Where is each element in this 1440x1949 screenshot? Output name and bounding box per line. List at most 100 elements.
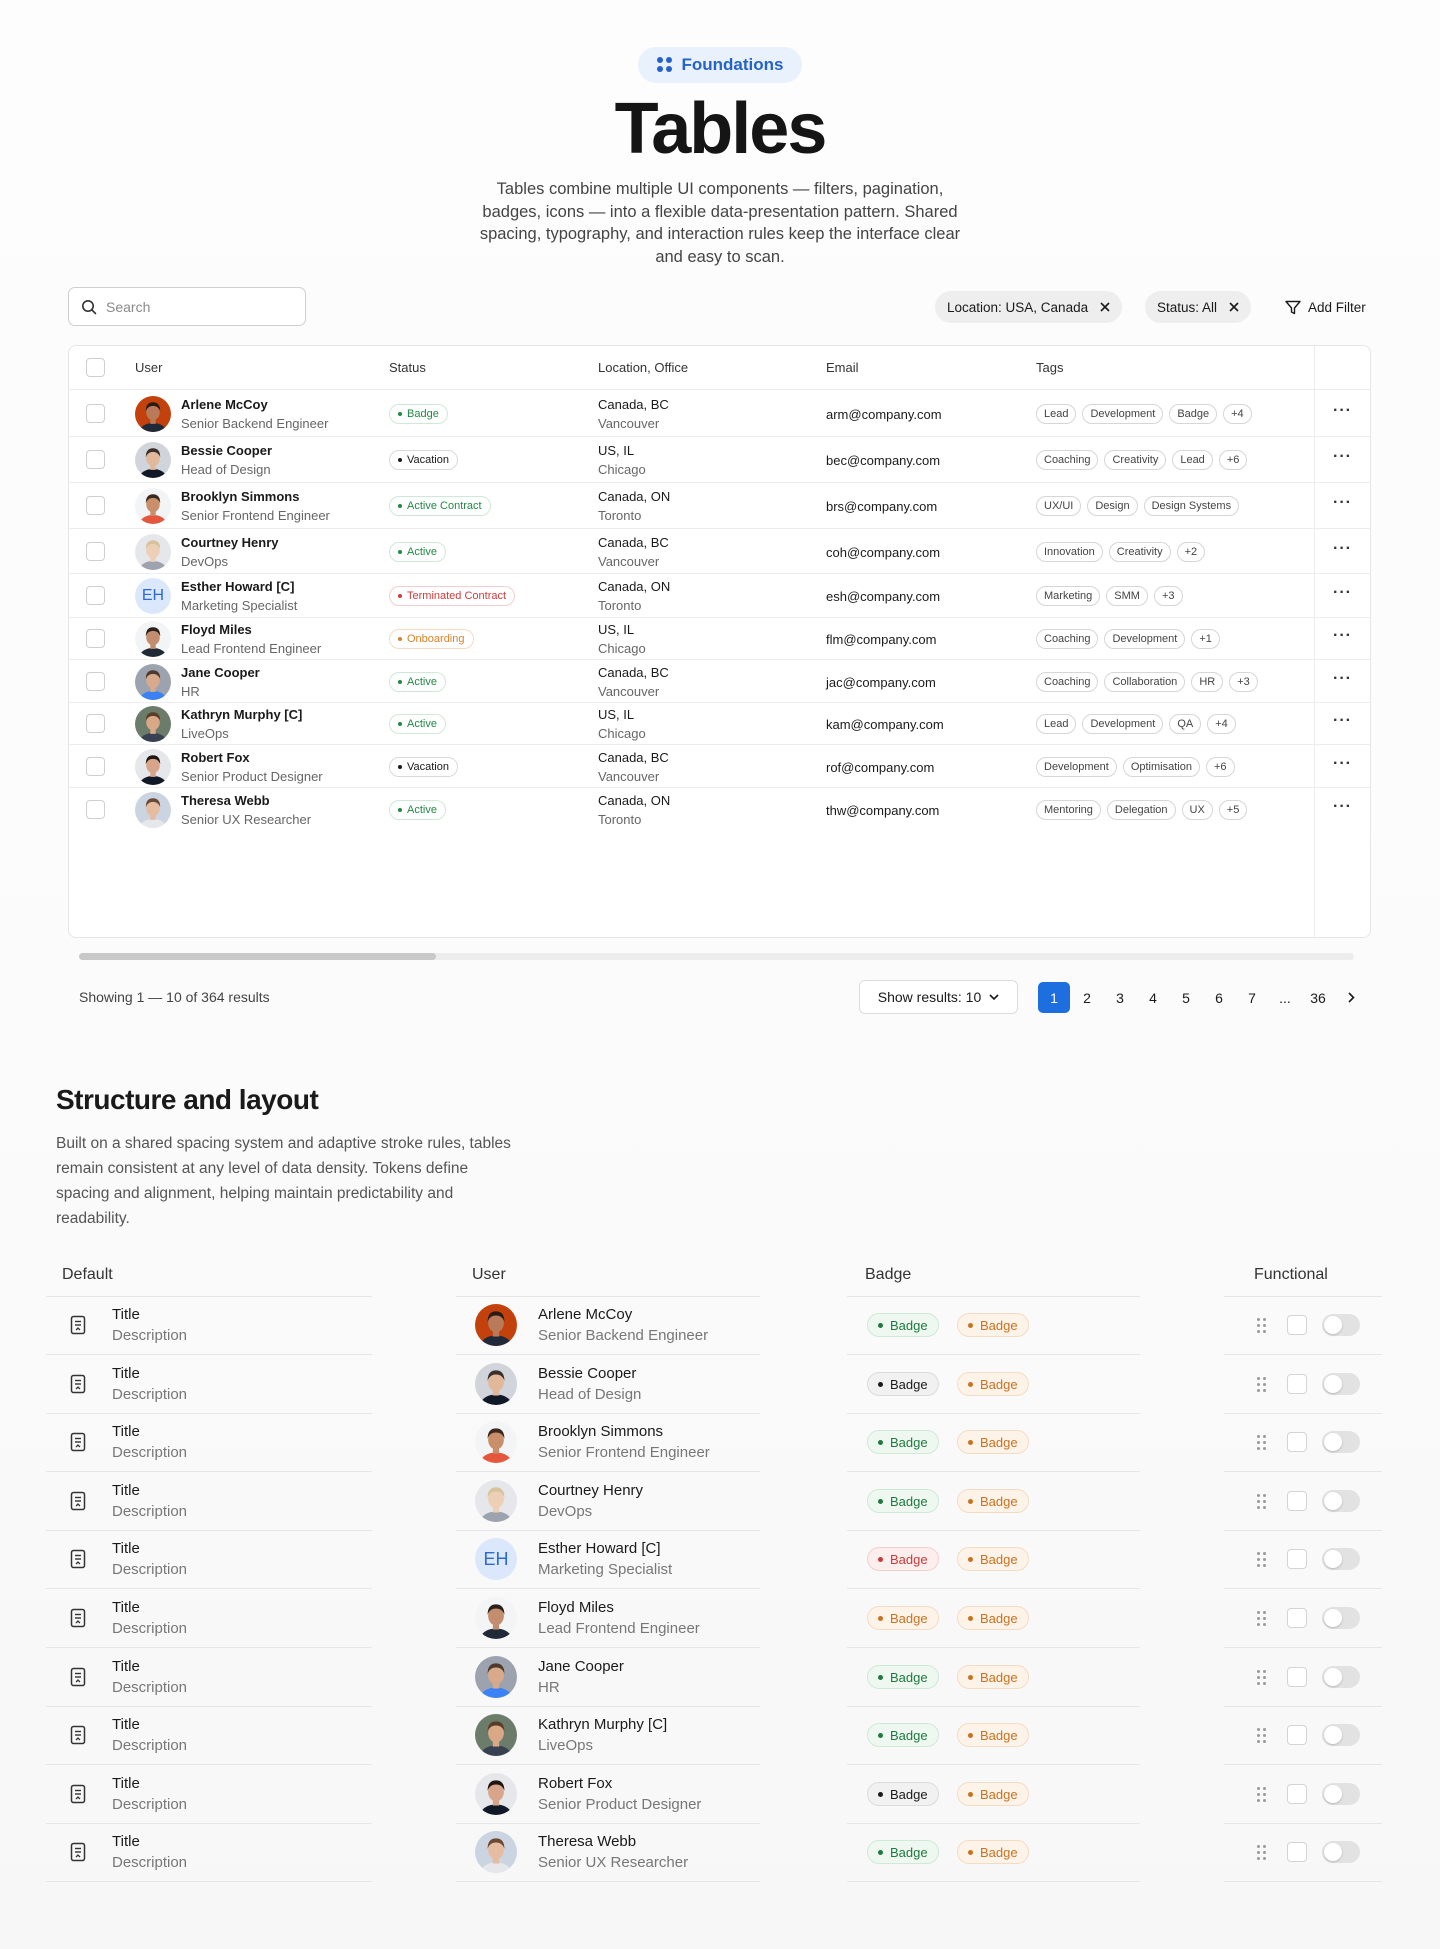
more-icon[interactable]: ··· — [1333, 798, 1352, 816]
row-toggle[interactable] — [1322, 1548, 1360, 1570]
tag-chip[interactable]: Mentoring — [1036, 800, 1101, 820]
row-checkbox[interactable] — [86, 672, 105, 691]
more-icon[interactable]: ··· — [1333, 584, 1352, 602]
row-checkbox[interactable] — [1287, 1315, 1307, 1335]
email-link[interactable]: coh@company.com — [826, 545, 940, 560]
email-link[interactable]: thw@company.com — [826, 803, 939, 818]
email-link[interactable]: jac@company.com — [826, 675, 936, 690]
row-checkbox[interactable] — [86, 404, 105, 423]
tag-chip[interactable]: Design — [1087, 496, 1138, 516]
tag-chip[interactable]: +4 — [1207, 714, 1236, 734]
tag-chip[interactable]: QA — [1169, 714, 1202, 734]
tag-chip[interactable]: Lead — [1172, 450, 1213, 470]
row-checkbox[interactable] — [86, 629, 105, 648]
column-header-location[interactable]: Location, Office — [598, 360, 688, 375]
tag-chip[interactable]: Badge — [1169, 404, 1218, 424]
tag-chip[interactable]: Coaching — [1036, 450, 1099, 470]
table-row[interactable]: Courtney Henry DevOps Active Canada, BC … — [69, 529, 1370, 574]
table-row[interactable]: Theresa Webb Senior UX Researcher Active… — [69, 788, 1370, 831]
user-name[interactable]: Robert Fox — [181, 750, 250, 765]
row-toggle[interactable] — [1322, 1724, 1360, 1746]
tag-chip[interactable]: Coaching — [1036, 629, 1099, 649]
drag-handle-icon[interactable] — [1257, 1551, 1267, 1567]
row-checkbox[interactable] — [1287, 1432, 1307, 1452]
page-button[interactable]: 1 — [1038, 982, 1070, 1013]
tag-chip[interactable]: +3 — [1229, 672, 1258, 692]
more-icon[interactable]: ··· — [1333, 402, 1352, 420]
user-name[interactable]: Jane Cooper — [181, 665, 260, 680]
drag-handle-icon[interactable] — [1257, 1727, 1267, 1743]
table-row[interactable]: Arlene McCoy Senior Backend Engineer Bad… — [69, 390, 1370, 437]
filter-chip-location[interactable]: Location: USA, Canada — [935, 291, 1123, 323]
row-checkbox[interactable] — [86, 757, 105, 776]
page-button[interactable]: 6 — [1203, 982, 1235, 1013]
tag-chip[interactable]: +1 — [1191, 629, 1220, 649]
user-name[interactable]: Kathryn Murphy [C] — [181, 707, 302, 722]
more-icon[interactable]: ··· — [1333, 448, 1352, 466]
tag-chip[interactable]: Delegation — [1106, 800, 1176, 820]
tag-chip[interactable]: +4 — [1223, 404, 1252, 424]
drag-handle-icon[interactable] — [1257, 1669, 1267, 1685]
page-button[interactable]: 7 — [1236, 982, 1268, 1013]
user-name[interactable]: Brooklyn Simmons — [181, 489, 299, 504]
row-checkbox[interactable] — [1287, 1549, 1307, 1569]
row-checkbox[interactable] — [1287, 1491, 1307, 1511]
row-toggle[interactable] — [1322, 1607, 1360, 1629]
page-button[interactable]: 2 — [1071, 982, 1103, 1013]
more-icon[interactable]: ··· — [1333, 670, 1352, 688]
tag-chip[interactable]: Creativity — [1104, 450, 1167, 470]
column-header-user[interactable]: User — [135, 360, 162, 375]
row-checkbox[interactable] — [86, 714, 105, 733]
page-size-select[interactable]: Show results: 10 — [859, 980, 1018, 1014]
more-icon[interactable]: ··· — [1333, 540, 1352, 558]
filter-chip-status[interactable]: Status: All — [1145, 291, 1252, 323]
row-checkbox[interactable] — [86, 450, 105, 469]
table-row[interactable]: Jane Cooper HR Active Canada, BC Vancouv… — [69, 660, 1370, 703]
page-button[interactable]: 5 — [1170, 982, 1202, 1013]
user-name[interactable]: Courtney Henry — [181, 535, 279, 550]
close-icon[interactable] — [1100, 302, 1110, 312]
row-toggle[interactable] — [1322, 1314, 1360, 1336]
tag-chip[interactable]: Development — [1104, 629, 1186, 649]
tag-chip[interactable]: Optimisation — [1122, 757, 1200, 777]
row-checkbox[interactable] — [86, 496, 105, 515]
tag-chip[interactable]: Creativity — [1108, 542, 1171, 562]
email-link[interactable]: arm@company.com — [826, 407, 942, 422]
drag-handle-icon[interactable] — [1257, 1610, 1267, 1626]
table-row[interactable]: Brooklyn Simmons Senior Frontend Enginee… — [69, 483, 1370, 529]
add-filter-button[interactable]: Add Filter — [1285, 291, 1366, 323]
tag-chip[interactable]: Development — [1082, 404, 1164, 424]
table-row[interactable]: Floyd Miles Lead Frontend Engineer Onboa… — [69, 618, 1370, 660]
row-toggle[interactable] — [1322, 1666, 1360, 1688]
more-icon[interactable]: ··· — [1333, 494, 1352, 512]
column-header-email[interactable]: Email — [826, 360, 859, 375]
close-icon[interactable] — [1229, 302, 1239, 312]
tag-chip[interactable]: UX — [1181, 800, 1213, 820]
drag-handle-icon[interactable] — [1257, 1493, 1267, 1509]
tag-chip[interactable]: +5 — [1218, 800, 1248, 820]
column-header-tags[interactable]: Tags — [1036, 360, 1063, 375]
tag-chip[interactable]: Lead — [1036, 714, 1077, 734]
select-all-checkbox[interactable] — [86, 358, 105, 377]
table-row[interactable]: Bessie Cooper Head of Design Vacation US… — [69, 437, 1370, 483]
tag-chip[interactable]: Collaboration — [1104, 672, 1186, 692]
more-icon[interactable]: ··· — [1333, 627, 1352, 645]
email-link[interactable]: bec@company.com — [826, 453, 940, 468]
page-button[interactable]: 4 — [1137, 982, 1169, 1013]
table-row[interactable]: EH Esther Howard [C] Marketing Specialis… — [69, 574, 1370, 618]
row-checkbox[interactable] — [1287, 1608, 1307, 1628]
horizontal-scrollbar[interactable] — [79, 953, 1354, 960]
user-name[interactable]: Theresa Webb — [181, 793, 270, 808]
tag-chip[interactable]: Lead — [1036, 404, 1077, 424]
column-header-status[interactable]: Status — [389, 360, 426, 375]
page-button[interactable]: 36 — [1302, 982, 1334, 1013]
row-toggle[interactable] — [1322, 1431, 1360, 1453]
search-field[interactable] — [68, 287, 306, 326]
row-checkbox[interactable] — [1287, 1842, 1307, 1862]
row-checkbox[interactable] — [86, 800, 105, 819]
foundations-pill[interactable]: Foundations — [638, 47, 802, 83]
row-toggle[interactable] — [1322, 1490, 1360, 1512]
more-icon[interactable]: ··· — [1333, 712, 1352, 730]
drag-handle-icon[interactable] — [1257, 1376, 1267, 1392]
email-link[interactable]: brs@company.com — [826, 499, 937, 514]
